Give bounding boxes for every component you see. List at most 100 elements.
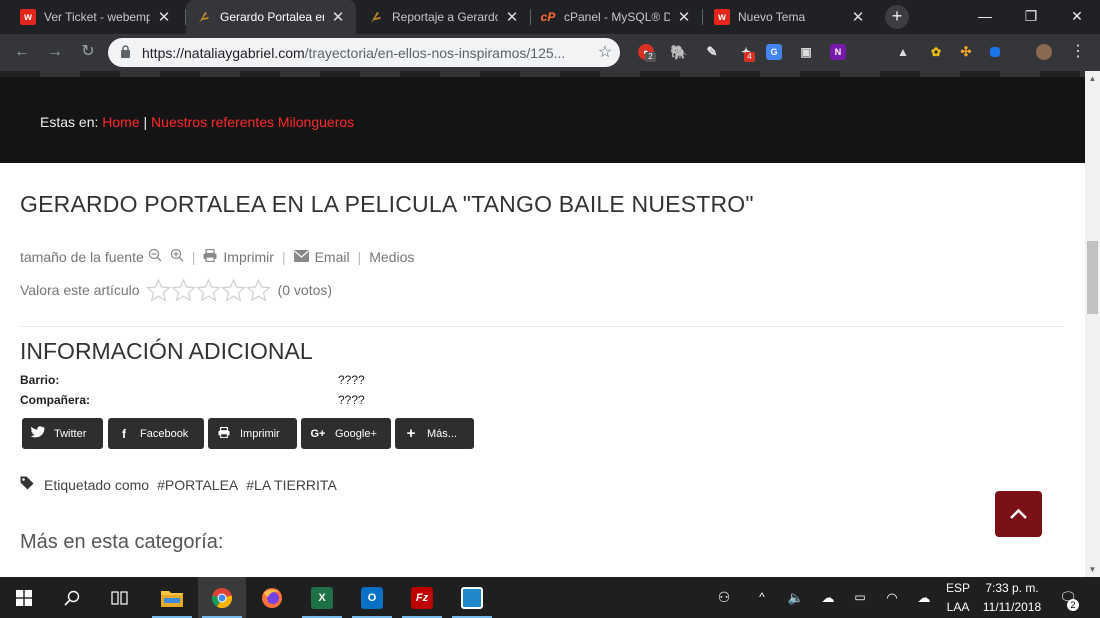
joomla-icon[interactable]: ✣ — [958, 44, 974, 60]
browser-tab[interactable]: Reportaje a Gerardo ✕ — [358, 0, 530, 34]
back-to-top-button[interactable] — [995, 491, 1042, 537]
breadcrumb-separator: | — [143, 114, 148, 130]
close-tab-icon[interactable]: ✕ — [330, 8, 346, 26]
bookmark-star-icon[interactable]: ☆ — [590, 42, 620, 64]
pen-extension-icon[interactable]: ✎ — [704, 44, 720, 60]
extension-icon[interactable] — [990, 47, 1000, 57]
tag-link[interactable]: #PORTALEA — [157, 477, 238, 493]
print-icon — [217, 426, 231, 441]
notifications-icon[interactable]: 🗨 — [1056, 577, 1080, 618]
chevron-up-icon[interactable]: ^ — [750, 577, 774, 618]
search-icon[interactable] — [48, 577, 96, 618]
browser-tab-active[interactable]: Gerardo Portalea en ✕ — [186, 0, 356, 34]
close-tab-icon[interactable]: ✕ — [156, 8, 172, 26]
lock-icon — [120, 44, 132, 61]
scroll-down-icon[interactable]: ▼ — [1085, 562, 1100, 577]
rating-star-5[interactable] — [245, 279, 271, 301]
share-twitter-button[interactable]: Twitter — [22, 418, 103, 449]
tag-icon — [20, 476, 36, 493]
tag-link[interactable]: #LA TIERRITA — [246, 477, 337, 493]
share-facebook-button[interactable]: f Facebook — [108, 418, 204, 449]
onedrive-icon[interactable]: ☁ — [816, 577, 840, 618]
minimize-icon[interactable]: — — [962, 0, 1008, 32]
chrome-icon[interactable] — [198, 577, 246, 618]
address-bar[interactable]: https://nataliaygabriel.com/trayectoria/… — [108, 38, 620, 67]
rating-star-2[interactable] — [170, 279, 196, 301]
clock-date[interactable]: 11/11/2018 — [978, 600, 1046, 614]
email-icon[interactable] — [293, 249, 309, 265]
close-window-icon[interactable]: ✕ — [1054, 0, 1100, 32]
info-label: Barrio: — [20, 373, 60, 387]
wifi-icon[interactable]: ◠ — [880, 577, 904, 618]
clock-time[interactable]: 7:33 p. m. — [978, 581, 1046, 595]
media-link[interactable]: Medios — [369, 249, 414, 265]
reload-icon[interactable]: ↻ — [78, 42, 98, 62]
dancer-icon — [196, 9, 212, 25]
info-label: Compañera: — [20, 393, 91, 407]
print-link[interactable]: Imprimir — [223, 249, 274, 265]
url-host: https://nataliaygabriel.com — [142, 44, 305, 61]
zoom-in-icon[interactable] — [170, 248, 184, 265]
email-link[interactable]: Email — [315, 249, 350, 265]
share-googleplus-button[interactable]: G+ Google+ — [301, 418, 391, 449]
keyboard-layout[interactable]: LAA — [944, 600, 972, 614]
filezilla-icon[interactable]: Fz — [398, 577, 446, 618]
file-explorer-icon[interactable] — [148, 577, 196, 618]
rating-star-4[interactable] — [220, 279, 246, 301]
app-icon[interactable] — [448, 577, 496, 618]
scrollbar-thumb[interactable] — [1087, 241, 1098, 314]
webempresa-icon: w — [20, 9, 36, 25]
rating-star-3[interactable] — [195, 279, 221, 301]
breadcrumb-home-link[interactable]: Home — [102, 114, 139, 130]
google-plus-icon: G+ — [310, 427, 326, 440]
print-icon[interactable] — [203, 248, 217, 265]
new-tab-button[interactable]: + — [885, 5, 909, 29]
share-label: Más... — [427, 427, 457, 440]
share-label: Twitter — [54, 427, 87, 440]
breadcrumb-section-link[interactable]: Nuestros referentes Milongueros — [151, 114, 354, 130]
task-view-icon[interactable] — [96, 577, 144, 618]
rating-stars — [145, 279, 271, 301]
google-translate-icon[interactable]: G — [766, 44, 782, 60]
firefox-icon[interactable] — [248, 577, 296, 618]
browser-tab[interactable]: cP cPanel - MySQL® Da ✕ — [530, 0, 702, 34]
facebook-icon: f — [122, 426, 126, 441]
share-print-button[interactable]: Imprimir — [208, 418, 297, 449]
people-icon[interactable]: ⚇ — [710, 577, 738, 618]
plus-icon: + — [406, 425, 416, 442]
excel-icon[interactable]: X — [298, 577, 346, 618]
google-drive-icon[interactable]: ▲ — [895, 44, 911, 60]
page-scrollbar[interactable]: ▲ ▼ — [1085, 71, 1100, 577]
outlook-icon[interactable]: O — [348, 577, 396, 618]
zoom-out-icon[interactable] — [148, 248, 162, 265]
info-row-barrio: Barrio:???? — [20, 373, 365, 387]
extension-badge: 2 — [645, 52, 656, 62]
webempresa-icon: w — [714, 9, 730, 25]
avatar[interactable] — [1036, 44, 1052, 60]
scroll-up-icon[interactable]: ▲ — [1085, 71, 1100, 86]
browser-tab[interactable]: w Nuevo Tema ✕ — [704, 0, 876, 34]
share-more-button[interactable]: + Más... — [395, 418, 474, 449]
forward-icon[interactable]: → — [45, 42, 65, 62]
rating-votes: (0 votos) — [277, 282, 333, 298]
additional-info-heading: INFORMACIÓN ADICIONAL — [20, 338, 313, 364]
language-indicator[interactable]: ESP — [944, 581, 972, 595]
onenote-icon[interactable]: N — [830, 44, 846, 60]
restore-icon[interactable]: ❐ — [1008, 0, 1054, 32]
browser-tab[interactable]: w Ver Ticket - webemp ✕ — [10, 0, 182, 34]
back-icon[interactable]: ← — [12, 42, 32, 62]
battery-icon[interactable]: ▭ — [848, 577, 872, 618]
camera-icon[interactable]: ▣ — [798, 44, 814, 60]
twitter-icon — [30, 426, 45, 441]
volume-icon[interactable]: 🔈 — [784, 577, 808, 618]
evernote-icon[interactable]: 🐘 — [670, 44, 687, 60]
windows-start-icon[interactable] — [0, 577, 48, 618]
rating-star-1[interactable] — [145, 279, 171, 301]
menu-icon[interactable]: ⋮ — [1068, 42, 1088, 62]
tool-separator: | — [191, 248, 196, 265]
cloud-upload-icon[interactable]: ☁ — [912, 577, 936, 618]
close-tab-icon[interactable]: ✕ — [850, 8, 866, 26]
close-tab-icon[interactable]: ✕ — [676, 8, 692, 26]
close-tab-icon[interactable]: ✕ — [504, 8, 520, 26]
extension-icon[interactable]: ✿ — [928, 44, 944, 60]
